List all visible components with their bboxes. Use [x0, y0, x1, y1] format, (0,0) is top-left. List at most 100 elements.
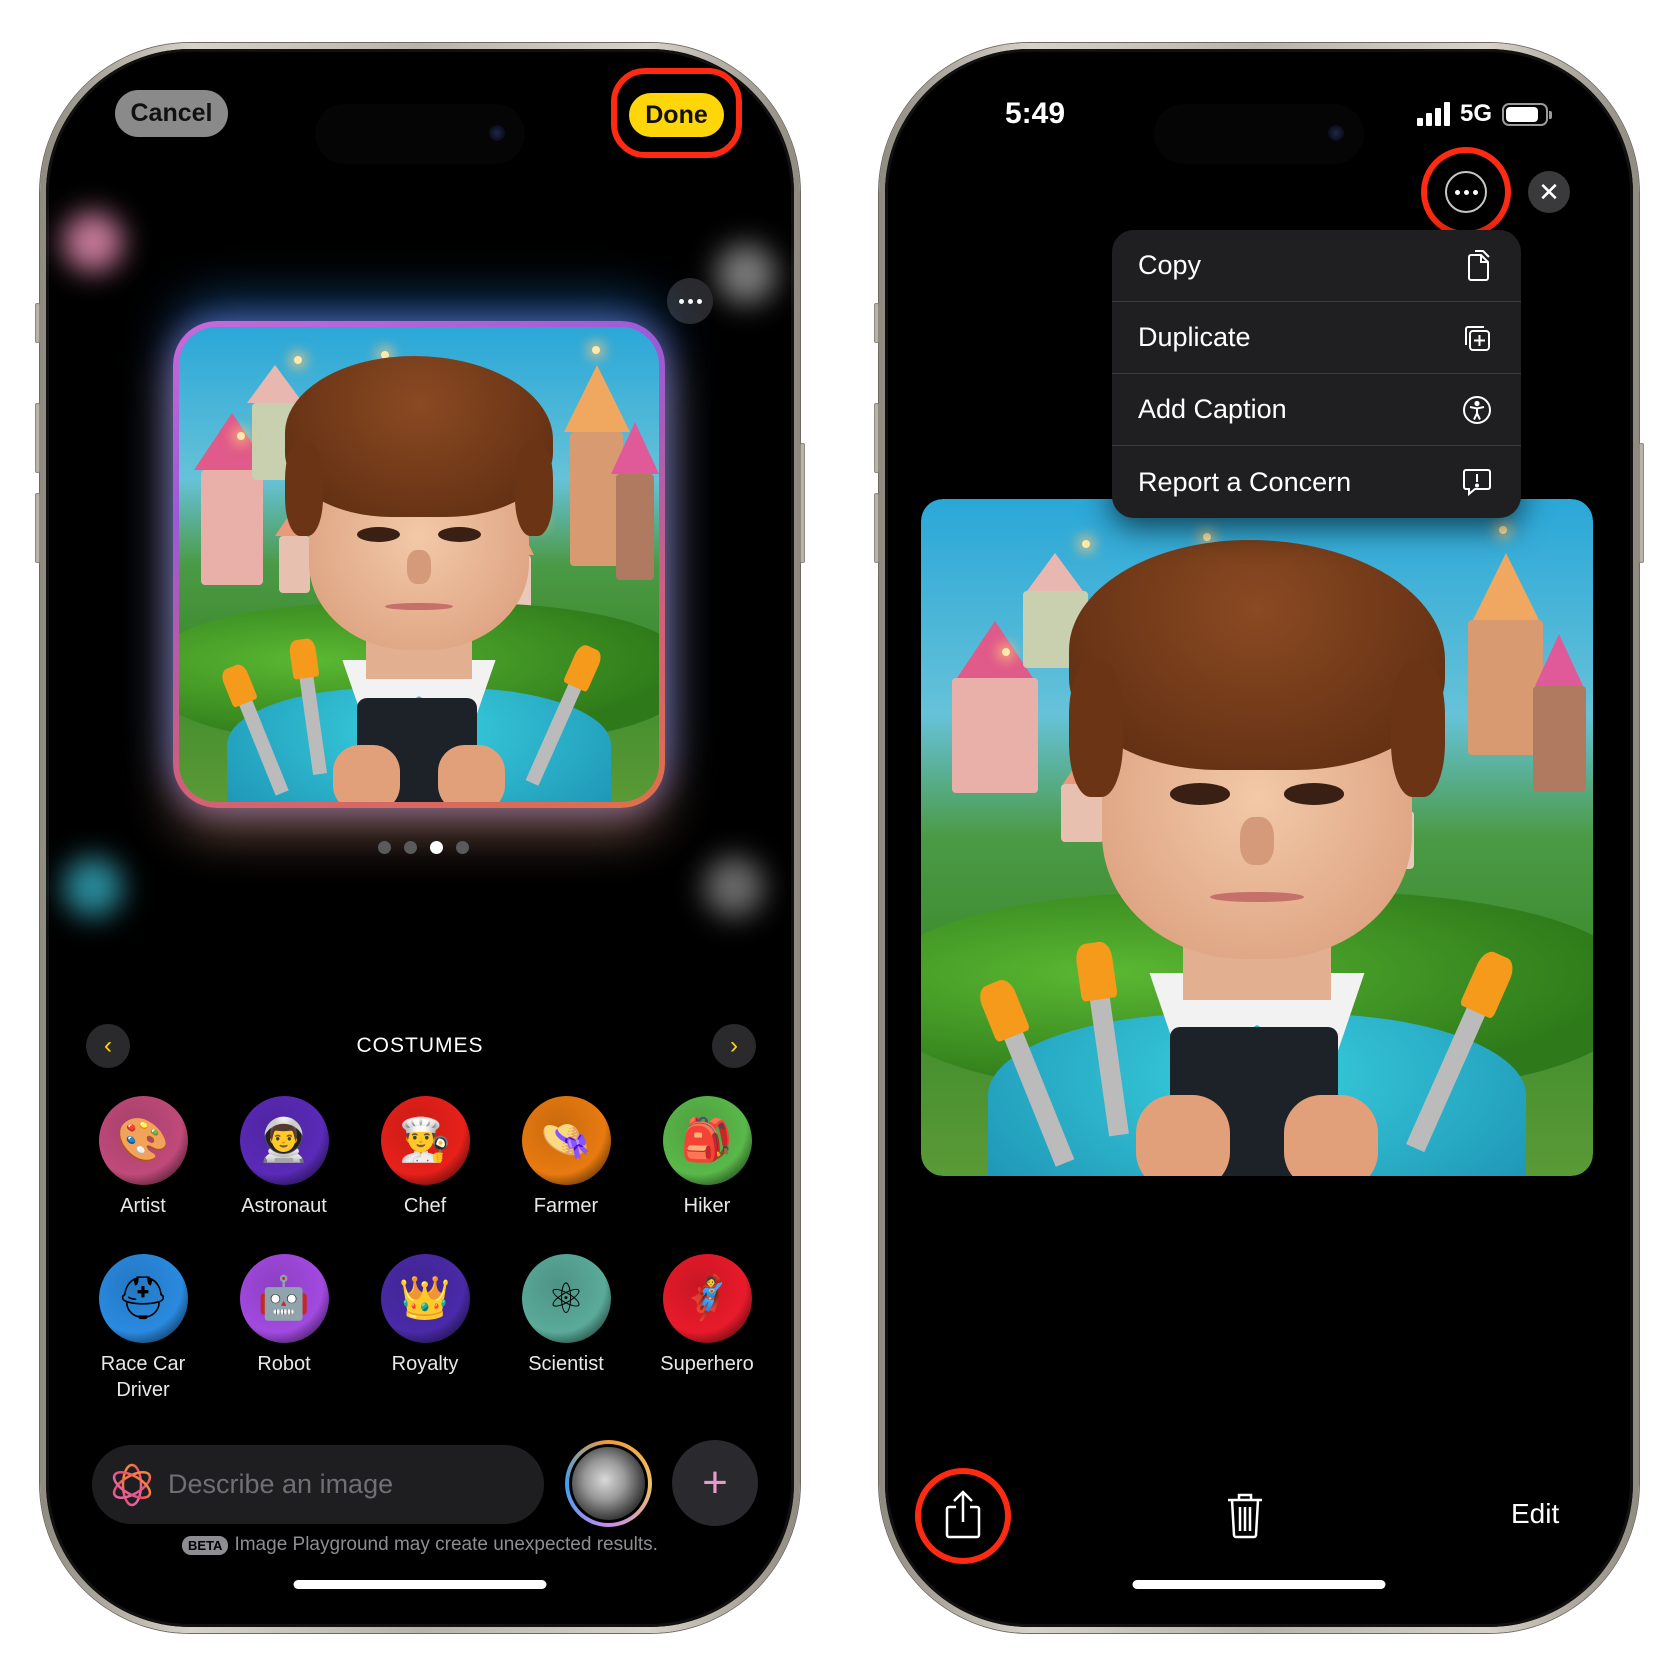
- hand: [1283, 1094, 1378, 1176]
- astronaut-helmet-icon: 👨‍🚀: [239, 1096, 329, 1185]
- hand: [438, 745, 506, 802]
- volume-up-button: [35, 403, 40, 473]
- eye: [356, 526, 400, 542]
- costume-label: Royalty: [391, 1353, 459, 1375]
- camera-icon: [1328, 125, 1344, 141]
- generated-image-scene: [179, 327, 659, 802]
- edit-button[interactable]: Edit: [1511, 1498, 1559, 1530]
- cancel-button[interactable]: Cancel: [115, 90, 228, 137]
- castle-tower: [611, 422, 659, 580]
- sparkle: [1082, 539, 1091, 548]
- prompt-input-container[interactable]: [92, 1445, 544, 1524]
- person-avatar-button[interactable]: [565, 1440, 652, 1527]
- volume-down-button: [874, 493, 879, 563]
- mouth: [385, 602, 453, 611]
- disclaimer-text: Image Playground may create unexpected r…: [234, 1534, 658, 1555]
- volume-down-button: [35, 493, 40, 563]
- generated-image-full[interactable]: [921, 499, 1593, 1176]
- costume-label: Scientist: [528, 1353, 604, 1375]
- costume-race-car-driver[interactable]: ⛑ Race Car Driver: [78, 1254, 208, 1403]
- page-dot[interactable]: [378, 841, 391, 854]
- image-playground-logo-icon: [112, 1463, 152, 1506]
- done-button[interactable]: Done: [629, 93, 724, 137]
- close-icon: ✕: [1538, 176, 1560, 207]
- menu-item-add-caption[interactable]: Add Caption: [1112, 374, 1521, 446]
- volume-up-button: [874, 403, 879, 473]
- status-time: 5:49: [1005, 97, 1066, 130]
- battery-icon: [1502, 102, 1552, 126]
- battery-level: [1506, 106, 1539, 122]
- costume-farmer[interactable]: 👒 Farmer: [501, 1096, 631, 1219]
- bokeh-teal: [63, 857, 123, 917]
- add-button[interactable]: +: [672, 1440, 758, 1526]
- menu-item-report-concern[interactable]: Report a Concern: [1112, 446, 1521, 518]
- costume-label: Farmer: [533, 1195, 599, 1217]
- side-button: [800, 443, 805, 563]
- generated-image-preview[interactable]: [173, 321, 665, 808]
- section-title: COSTUMES: [356, 1034, 484, 1057]
- castle-tower: [1526, 634, 1593, 792]
- home-indicator[interactable]: [293, 1580, 547, 1589]
- sparkle: [1001, 647, 1010, 656]
- page-dot[interactable]: [456, 841, 469, 854]
- context-menu: Copy Duplicate Add Caption Report a Conc…: [1112, 230, 1521, 518]
- atom-icon: ⚛: [521, 1254, 611, 1343]
- palette-icon: 🎨: [98, 1096, 188, 1185]
- camera-icon: [489, 125, 505, 141]
- cellular-signal-icon: [1416, 102, 1450, 126]
- more-options-button[interactable]: [667, 278, 713, 324]
- ellipsis-dot: [696, 298, 702, 304]
- describe-image-input[interactable]: [168, 1469, 528, 1500]
- more-options-button[interactable]: [1445, 171, 1487, 213]
- disclaimer: BETA Image Playground may create unexpec…: [46, 1534, 794, 1556]
- ellipsis-dot: [1472, 189, 1478, 195]
- eye: [1169, 783, 1231, 805]
- side-button: [1639, 443, 1644, 563]
- page-dot[interactable]: [430, 841, 443, 854]
- bokeh-gray-bottom: [704, 857, 764, 917]
- costume-chef[interactable]: 👨‍🍳 Chef: [360, 1096, 490, 1219]
- costume-label: Astronaut: [241, 1195, 327, 1217]
- share-button[interactable]: [940, 1489, 986, 1541]
- page-dot[interactable]: [404, 841, 417, 854]
- dynamic-island: [315, 104, 525, 164]
- costume-robot[interactable]: 🤖 Robot: [219, 1254, 349, 1377]
- menu-item-duplicate[interactable]: Duplicate: [1112, 302, 1521, 374]
- costume-artist[interactable]: 🎨 Artist: [78, 1096, 208, 1219]
- costume-astronaut[interactable]: 👨‍🚀 Astronaut: [219, 1096, 349, 1219]
- racing-helmet-icon: ⛑: [98, 1254, 188, 1343]
- costume-royalty[interactable]: 👑 Royalty: [360, 1254, 490, 1377]
- accessibility-icon: [1461, 394, 1493, 426]
- image-playground-screen: Cancel Done ‹ COSTUMES › 🎨 Artist 👨‍🚀 Astro…: [46, 49, 794, 1627]
- nose: [1240, 817, 1274, 865]
- costume-scientist[interactable]: ⚛ Scientist: [501, 1254, 631, 1377]
- network-type: 5G: [1459, 100, 1492, 127]
- right-phone-frame: 5:49 5G ✕ Copy Duplicate Add Caption Rep…: [874, 43, 1644, 1633]
- action-button: [35, 303, 40, 343]
- generated-image-scene: [921, 499, 1593, 1176]
- menu-item-copy[interactable]: Copy: [1112, 230, 1521, 302]
- trash-icon: [1228, 1493, 1262, 1539]
- page-indicator[interactable]: [378, 841, 469, 854]
- bokeh-gray-top: [716, 244, 776, 304]
- sparkle: [294, 355, 303, 364]
- close-button[interactable]: ✕: [1528, 171, 1570, 213]
- home-indicator[interactable]: [1132, 1580, 1386, 1589]
- menu-item-label: Copy: [1138, 250, 1202, 280]
- status-indicators: 5G: [1416, 100, 1552, 128]
- costume-hiker[interactable]: 🎒 Hiker: [642, 1096, 772, 1219]
- hand: [1136, 1094, 1231, 1176]
- sparkle: [1203, 532, 1212, 541]
- hair-side: [515, 441, 554, 536]
- delete-button[interactable]: [1225, 1491, 1265, 1539]
- hair-side: [1391, 661, 1446, 797]
- bokeh-pink: [63, 212, 123, 272]
- duplicate-icon: [1461, 322, 1493, 354]
- costume-label: Artist: [120, 1195, 166, 1217]
- chevron-right-icon: ›: [730, 1032, 738, 1059]
- sparkle: [1498, 526, 1507, 535]
- next-category-button[interactable]: ›: [712, 1024, 756, 1068]
- costume-superhero[interactable]: 🦸 Superhero: [642, 1254, 772, 1377]
- nose: [407, 550, 431, 584]
- costume-label: Robot: [257, 1353, 311, 1375]
